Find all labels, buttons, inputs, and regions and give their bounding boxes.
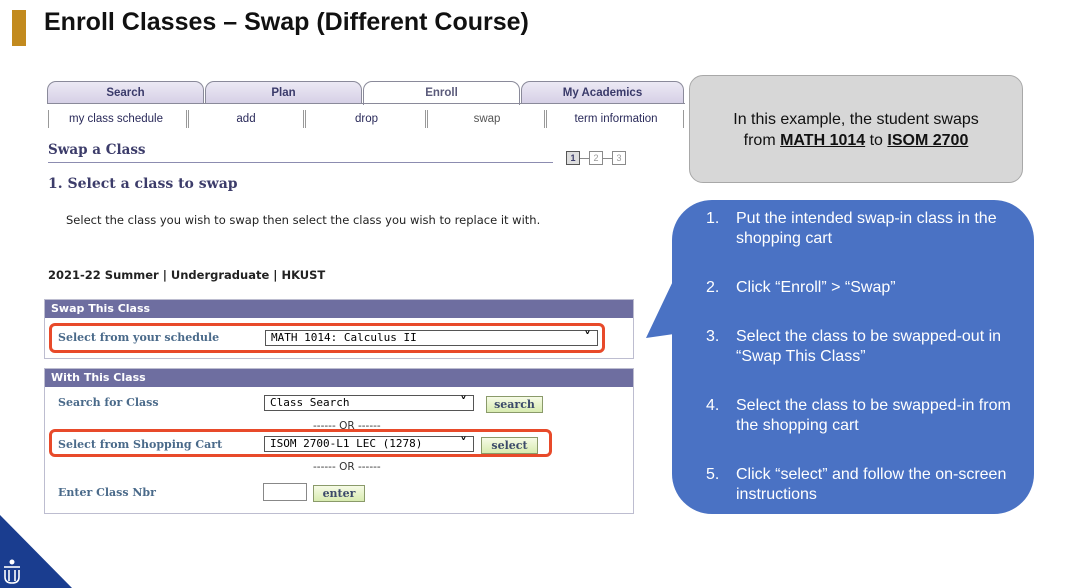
subtab-separator	[544, 110, 547, 128]
instruction-number: 3.	[706, 328, 720, 345]
page-heading: Swap a Class	[48, 142, 146, 158]
swap-out-highlight	[49, 323, 605, 353]
swap-in-highlight	[49, 429, 552, 457]
instruction-number: 2.	[706, 279, 720, 296]
class-search-select[interactable]: Class Search ˅	[264, 395, 474, 411]
step-connector	[580, 158, 589, 159]
subtab-separator	[303, 110, 306, 128]
class-nbr-label: Enter Class Nbr	[58, 486, 156, 499]
term-label: 2021-22 Summer | Undergraduate | HKUST	[48, 268, 326, 282]
step-2-indicator: 2	[589, 151, 603, 165]
tab-plan[interactable]: Plan	[205, 81, 362, 103]
instruction-number: 5.	[706, 466, 720, 483]
tab-divider	[47, 103, 685, 104]
instruction-text: Click “select” and follow the on-screen …	[736, 466, 1007, 503]
instruction-text: Select the class to be swapped-out in “S…	[736, 328, 1002, 365]
instruction-number: 4.	[706, 397, 720, 414]
subtab-drop[interactable]: drop	[309, 111, 424, 127]
enter-button[interactable]: enter	[313, 485, 365, 502]
example-to-course: ISOM 2700	[887, 132, 969, 149]
subtab-separator	[48, 110, 49, 128]
instruction-item-2: 2. Click “Enroll” > “Swap”	[706, 278, 1016, 298]
subtab-my-class-schedule[interactable]: my class schedule	[52, 111, 180, 127]
step-1-indicator: 1	[566, 151, 580, 165]
example-line-1: In this example, the student swaps	[733, 111, 979, 128]
hkust-logo-icon	[0, 515, 72, 588]
subtab-add[interactable]: add	[192, 111, 300, 127]
search-button[interactable]: search	[486, 396, 543, 413]
instruction-text: Click “Enroll” > “Swap”	[736, 279, 896, 296]
heading-underline	[48, 162, 553, 163]
subtab-separator	[683, 110, 684, 128]
example-to-word: to	[869, 132, 883, 149]
instruction-item-1: 1. Put the intended swap-in class in the…	[706, 209, 1016, 249]
step-3-indicator: 3	[612, 151, 626, 165]
tab-enroll[interactable]: Enroll	[363, 81, 520, 105]
subtab-swap[interactable]: swap	[432, 111, 542, 127]
swap-this-class-header: Swap This Class	[45, 300, 633, 318]
or-separator: ------ OR ------	[313, 461, 381, 473]
tab-search[interactable]: Search	[47, 81, 204, 103]
instruction-number: 1.	[706, 210, 720, 227]
class-search-label: Search for Class	[58, 396, 159, 409]
instruction-text: Select the class to be swapped-in from t…	[736, 397, 1011, 434]
class-search-value: Class Search	[270, 396, 350, 409]
step-connector	[603, 158, 612, 159]
title-accent-bar	[12, 10, 26, 46]
class-nbr-input[interactable]	[263, 483, 307, 501]
slide-title: Enroll Classes – Swap (Different Course)	[44, 8, 529, 36]
subtab-separator	[186, 110, 189, 128]
instruction-text: Put the intended swap-in class in the sh…	[736, 210, 997, 247]
instruction-item-3: 3. Select the class to be swapped-out in…	[706, 327, 1016, 367]
section-heading: 1. Select a class to swap	[48, 176, 238, 192]
subtab-separator	[425, 110, 428, 128]
instruction-item-4: 4. Select the class to be swapped-in fro…	[706, 396, 1016, 436]
instruction-item-5: 5. Click “select” and follow the on-scre…	[706, 465, 1016, 505]
with-this-class-header: With This Class	[45, 369, 633, 387]
example-callout-text: In this example, the student swaps from …	[700, 109, 1012, 151]
tab-my-academics[interactable]: My Academics	[521, 81, 684, 103]
instruction-text: Select the class you wish to swap then s…	[66, 213, 541, 227]
subtab-term-information[interactable]: term information	[550, 111, 682, 127]
example-from-word: from	[743, 132, 776, 149]
example-from-course: MATH 1014	[780, 132, 866, 149]
chevron-down-icon: ˅	[460, 395, 467, 411]
